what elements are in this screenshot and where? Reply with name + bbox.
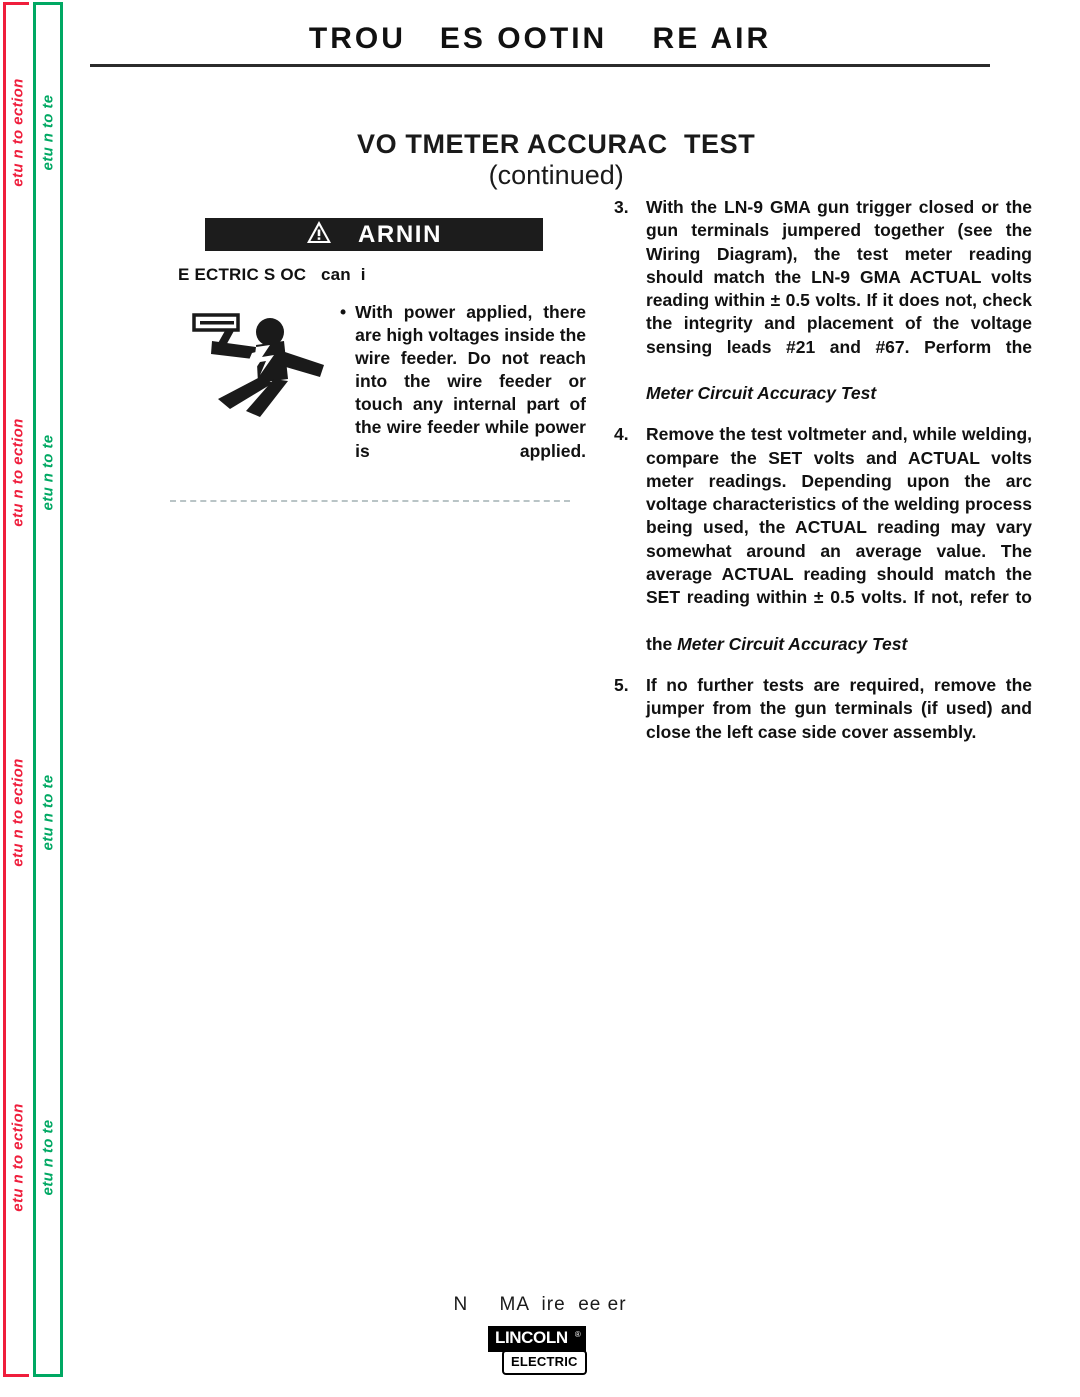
procedure-steps-column: 3. With the LN-9 GMA gun trigger closed …	[614, 196, 1032, 762]
step-number: 5.	[614, 675, 629, 696]
warning-lead-text: E ECTRIC S OC can i	[178, 265, 366, 284]
procedure-step: 4. Remove the test voltmeter and, while …	[614, 423, 1032, 656]
step-body: Remove the test voltmeter and, while wel…	[646, 423, 1032, 656]
warning-bullet-item: • With power applied, there are high vol…	[340, 301, 586, 486]
page-footer: N MA ire ee er LINCOLN ® ELECTRIC	[0, 1294, 1080, 1375]
procedure-step: 5. If no further tests are required, rem…	[614, 674, 1032, 744]
return-to-section-tab-label[interactable]: etu n to ection	[9, 418, 26, 527]
step-number: 3.	[614, 197, 629, 217]
lincoln-electric-logo: LINCOLN ® ELECTRIC	[488, 1326, 592, 1375]
warning-triangle-icon	[306, 220, 332, 249]
logo-primary-text: LINCOLN	[495, 1328, 568, 1347]
warning-column: ARNIN E ECTRIC S OC can i • With power a…	[170, 196, 586, 502]
warning-body: • With power applied, there are high vol…	[178, 301, 586, 486]
warning-bullet-text: With power applied, there are high volta…	[355, 302, 586, 461]
warning-banner: ARNIN	[205, 218, 543, 251]
step-italic-reference: the Meter Circuit Accuracy Test	[646, 633, 908, 654]
procedure-step: 3. With the LN-9 GMA gun trigger closed …	[614, 196, 1032, 405]
footer-model-text: N MA ire ee er	[453, 1294, 627, 1315]
step-body: With the LN-9 GMA gun trigger closed or …	[646, 196, 1032, 405]
section-subtitle-continued: (continued)	[488, 160, 624, 190]
step-text: If no further tests are required, remove…	[646, 675, 1032, 742]
return-to-master-toc-tab-label[interactable]: etu n to te	[40, 774, 57, 850]
electric-shock-figure-icon	[178, 301, 330, 486]
registered-trademark-icon: ®	[574, 1330, 581, 1339]
step-text: With the LN-9 GMA gun trigger closed or …	[646, 197, 1032, 357]
return-to-section-tab-label[interactable]: etu n to ection	[9, 1103, 26, 1212]
page-header: TROU ES OOTIN RE AIR	[90, 22, 990, 67]
header-divider-rule	[90, 64, 990, 67]
page-title: TROU ES OOTIN RE AIR	[308, 22, 772, 55]
return-to-master-toc-tab-label[interactable]: etu n to te	[40, 434, 57, 510]
return-to-master-toc-tab-label[interactable]: etu n to te	[40, 1119, 57, 1195]
dashed-separator	[170, 499, 570, 502]
logo-primary-bar: LINCOLN ®	[488, 1326, 586, 1352]
logo-secondary-text: ELECTRIC	[511, 1354, 578, 1369]
step-italic-reference: Meter Circuit Accuracy Test	[646, 383, 877, 404]
step-body: If no further tests are required, remove…	[646, 674, 1032, 744]
document-page: etu n to ection etu n to ection etu n to…	[0, 0, 1080, 1397]
return-to-section-tab-column[interactable]: etu n to ection etu n to ection etu n to…	[3, 2, 29, 1377]
return-to-master-toc-tab-column[interactable]: etu n to te etu n to te etu n to te etu …	[33, 2, 63, 1377]
step-number: 4.	[614, 424, 629, 445]
body-columns: ARNIN E ECTRIC S OC can i • With power a…	[170, 196, 1032, 762]
warning-banner-label: ARNIN	[358, 220, 442, 248]
return-to-master-toc-tab-label[interactable]: etu n to te	[40, 94, 57, 170]
bullet-marker-icon: •	[340, 302, 347, 322]
section-subtitle-text: VO TMETER ACCURAC TEST	[357, 129, 756, 159]
return-to-section-tab-label[interactable]: etu n to ection	[9, 758, 26, 867]
step-text: Remove the test voltmeter and, while wel…	[646, 424, 1032, 608]
return-to-section-tab-label[interactable]: etu n to ection	[9, 78, 26, 187]
logo-secondary-bar: ELECTRIC	[502, 1350, 587, 1375]
